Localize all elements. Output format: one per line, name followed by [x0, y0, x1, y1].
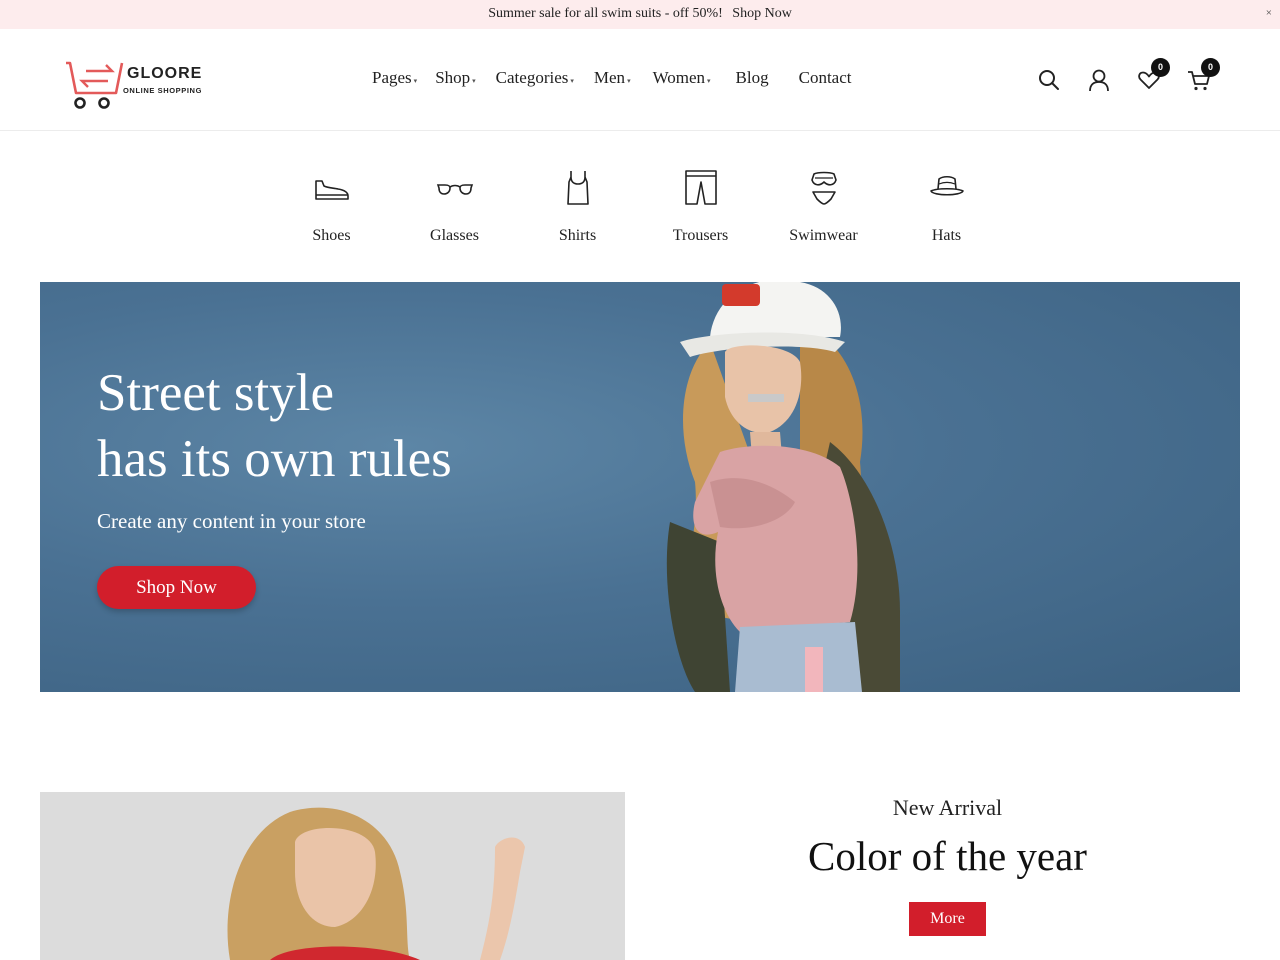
site-header: GLOORE ONLINE SHOPPING Pages ▾ Shop ▾ Cate… [0, 29, 1280, 131]
chevron-down-icon: ▾ [570, 77, 574, 85]
hero-shop-now-button[interactable]: Shop Now [97, 566, 256, 609]
hero-banner: Street style has its own rules Create an… [40, 282, 1240, 692]
wishlist-button[interactable]: 0 [1136, 58, 1170, 97]
announcement-text-wrap: Summer sale for all swim suits - off 50%… [0, 6, 1280, 22]
user-icon [1089, 69, 1109, 92]
nav-item-label: Contact [798, 68, 852, 87]
cart-count-badge: 0 [1201, 58, 1220, 77]
hero-title-line-2: has its own rules [97, 430, 452, 488]
category-trousers[interactable]: Trousers [639, 168, 762, 245]
promo-more-button[interactable]: More [909, 902, 986, 936]
nav-item-men[interactable]: Men ▾ [594, 68, 631, 88]
nav-item-label: Blog [735, 68, 769, 87]
nav-item-label: Shop [435, 68, 471, 87]
chevron-down-icon: ▾ [627, 77, 631, 85]
promo-title: Color of the year [808, 833, 1087, 879]
search-button[interactable] [1036, 67, 1066, 97]
category-shoes[interactable]: Shoes [270, 168, 393, 245]
nav-item-blog[interactable]: Blog [736, 68, 769, 88]
nav-item-contact[interactable]: Contact [799, 68, 852, 88]
search-icon [1039, 70, 1059, 90]
wishlist-count-badge: 0 [1151, 58, 1170, 77]
shorts-icon [684, 170, 717, 205]
promo-model-image [40, 792, 625, 960]
nav-item-women[interactable]: Women ▾ [653, 68, 711, 88]
brand-logo[interactable]: GLOORE ONLINE SHOPPING [64, 51, 214, 113]
nav-item-label: Pages [372, 68, 412, 87]
brand-name: GLOORE [127, 65, 203, 82]
announcement-shop-now-link[interactable]: Shop Now [732, 6, 792, 21]
hero-title: Street style has its own rules [97, 360, 452, 492]
chevron-down-icon: ▾ [472, 77, 476, 85]
category-shirts[interactable]: Shirts [516, 168, 639, 245]
announcement-text: Summer sale for all swim suits - off 50%… [488, 6, 723, 21]
brand-tagline: ONLINE SHOPPING [123, 86, 203, 95]
tank-top-icon [566, 171, 589, 205]
category-glasses[interactable]: Glasses [393, 168, 516, 245]
nav-item-pages[interactable]: Pages ▾ [372, 68, 417, 88]
category-strip: Shoes Glasses Shirts Trousers Swimwear H… [270, 168, 1010, 248]
category-hats[interactable]: Hats [885, 168, 1008, 245]
header-actions: 0 0 [1036, 58, 1226, 97]
glasses-icon [436, 184, 473, 195]
nav-item-categories[interactable]: Categories ▾ [496, 68, 574, 88]
chevron-down-icon: ▾ [413, 77, 418, 85]
nav-item-label: Categories [495, 68, 569, 87]
hero-model-image [666, 282, 900, 692]
promo-model-illustration [227, 807, 525, 960]
cart-button[interactable]: 0 [1186, 58, 1220, 97]
promo-kicker: New Arrival [892, 795, 1003, 820]
shoe-icon [314, 180, 349, 200]
category-label: Shirts [558, 227, 597, 244]
hero-subtitle: Create any content in your store [97, 509, 366, 533]
chevron-down-icon: ▾ [707, 77, 711, 85]
announcement-close-icon[interactable]: × [1266, 7, 1272, 19]
category-swimwear[interactable]: Swimwear [762, 168, 885, 245]
hat-icon [929, 175, 964, 196]
category-label: Hats [931, 227, 962, 244]
bikini-icon [810, 171, 837, 205]
nav-item-label: Men [593, 68, 626, 87]
hero-title-line-1: Street style [97, 364, 334, 422]
category-label: Trousers [672, 227, 729, 244]
main-nav: Pages ▾ Shop ▾ Categories ▾ Men ▾ Women ▾ Blo… [372, 68, 852, 88]
category-label: Shoes [312, 227, 351, 244]
category-label: Swimwear [789, 227, 858, 244]
nav-item-shop[interactable]: Shop ▾ [435, 68, 475, 88]
account-button[interactable] [1086, 67, 1116, 97]
category-label: Glasses [430, 227, 479, 244]
nav-item-label: Women [652, 68, 706, 87]
cart-logo-icon [66, 61, 124, 109]
announcement-bar: Summer sale for all swim suits - off 50%… [0, 0, 1280, 29]
